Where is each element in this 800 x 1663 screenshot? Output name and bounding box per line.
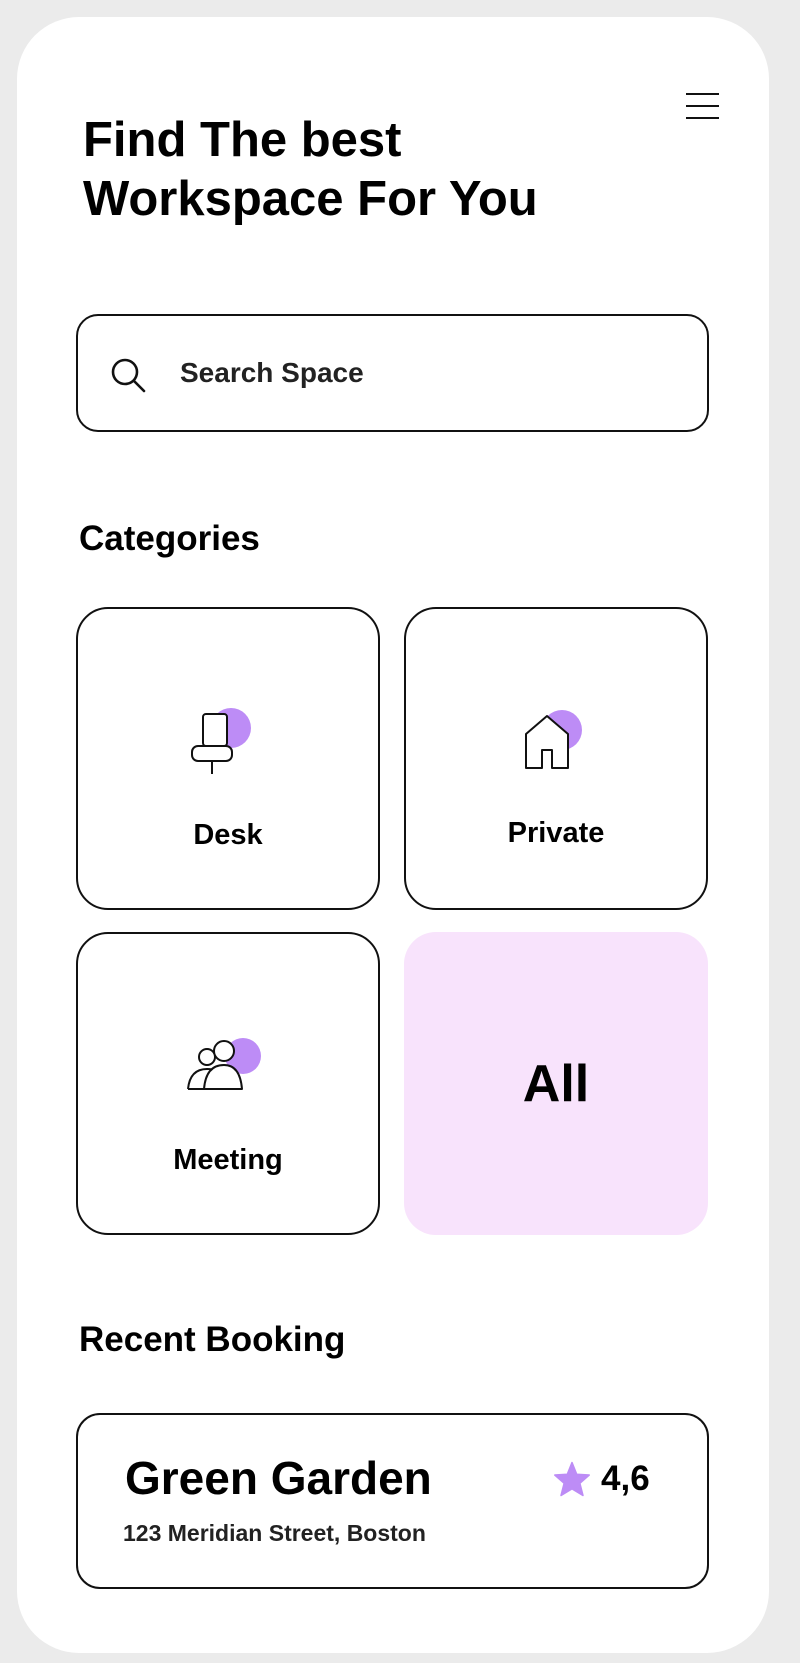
app-screen: Find The best Workspace For You Categori… xyxy=(17,17,769,1653)
category-desk[interactable]: Desk xyxy=(76,607,380,910)
booking-card[interactable]: Green Garden 123 Meridian Street, Boston… xyxy=(76,1413,709,1589)
hamburger-menu-icon[interactable] xyxy=(676,83,728,129)
category-label: All xyxy=(522,1054,590,1113)
categories-heading: Categories xyxy=(79,519,260,558)
booking-address: 123 Meridian Street, Boston xyxy=(123,1520,426,1546)
booking-name: Green Garden xyxy=(125,1452,432,1504)
category-private[interactable]: Private xyxy=(404,607,708,910)
house-icon xyxy=(525,710,582,769)
search-bar[interactable] xyxy=(76,314,709,432)
category-label: Private xyxy=(507,817,605,849)
category-label: Meeting xyxy=(173,1144,283,1176)
page-title: Find The best Workspace For You xyxy=(83,113,538,226)
people-icon xyxy=(187,1038,261,1090)
search-input[interactable] xyxy=(180,344,680,402)
category-meeting[interactable]: Meeting xyxy=(76,932,380,1235)
rating: 4,6 xyxy=(553,1459,650,1499)
category-all[interactable]: All xyxy=(404,932,708,1235)
search-icon xyxy=(111,358,146,393)
category-label: Desk xyxy=(193,819,263,851)
star-icon xyxy=(554,1461,590,1497)
desk-chair-icon xyxy=(191,708,251,774)
recent-booking-heading: Recent Booking xyxy=(79,1320,346,1359)
rating-value: 4,6 xyxy=(601,1459,650,1498)
